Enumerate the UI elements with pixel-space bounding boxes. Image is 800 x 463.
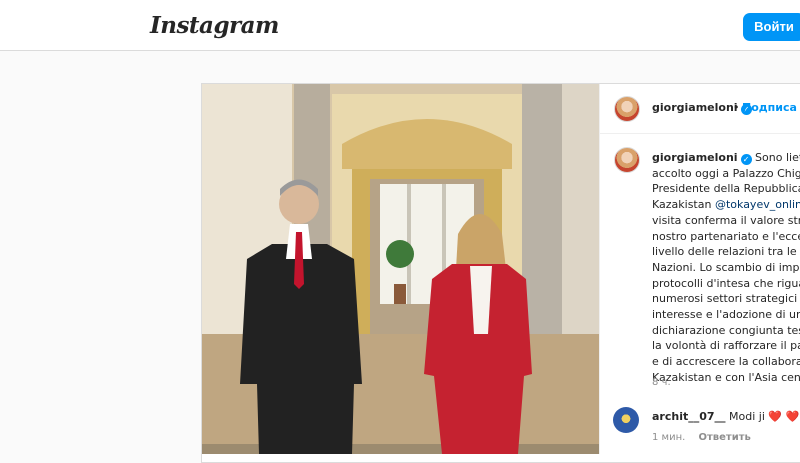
author-avatar[interactable]: [614, 96, 640, 122]
photo-illustration: [202, 84, 599, 454]
caption-line: numerosi settori strategici di: [652, 292, 800, 306]
caption-line: accolto oggi a Palazzo Chigi: [652, 166, 800, 180]
caption-line: Kazakistan: [652, 198, 712, 212]
separator-dot: •: [733, 101, 740, 114]
post-photo[interactable]: [202, 84, 599, 454]
comment-timestamp[interactable]: 1 мин.: [652, 432, 685, 443]
comment-text: archit__07__ Modi ji ❤️ ❤️: [652, 410, 799, 423]
top-bar: Instagram Войти: [0, 0, 800, 51]
commenter-username[interactable]: archit__07__: [652, 410, 726, 423]
caption-line: e di accrescere la collaborazi: [652, 355, 800, 369]
reply-button[interactable]: Ответить: [699, 432, 751, 443]
caption-line: Presidente della Repubblica d: [652, 182, 800, 196]
instagram-logo[interactable]: Instagram: [150, 12, 279, 39]
caption-line: protocolli d'intesa che riguar: [652, 276, 800, 290]
caption-line: la volontà di rafforzare il part: [652, 339, 800, 353]
caption-line: dichiarazione congiunta testi: [652, 323, 800, 337]
follow-button[interactable]: Подписа: [742, 101, 797, 114]
post-header: giorgiameloni ✓ • Подписа: [600, 84, 800, 134]
comment-meta: 1 мин. Ответить: [652, 432, 761, 443]
post-card: giorgiameloni ✓ • Подписа giorgiameloni ✓ …: [201, 83, 800, 463]
caption-line: Nazioni. Lo scambio di impor: [652, 260, 800, 274]
caption-line: nostro partenariato e l'eccelle: [652, 229, 800, 243]
caption-line: livello delle relazioni tra le no: [652, 245, 800, 259]
caption-line: Sono lieta d: [755, 151, 800, 164]
caption-line: visita conferma il valore strat: [652, 213, 800, 227]
commenter-avatar[interactable]: [613, 407, 639, 433]
caption-username[interactable]: giorgiameloni: [652, 151, 738, 164]
verified-icon: ✓: [740, 154, 752, 165]
heart-emoji-icon: ❤️ ❤️: [768, 410, 800, 423]
caption-avatar[interactable]: [614, 147, 640, 173]
caption-line: interesse e l'adozione di una: [652, 308, 800, 322]
post-sidebar: giorgiameloni ✓ • Подписа giorgiameloni ✓ …: [599, 84, 800, 454]
login-button[interactable]: Войти: [743, 13, 800, 41]
post-caption: giorgiameloni✓ Sono lieta d accolto oggi…: [652, 150, 800, 386]
comment-body: Modi ji: [729, 410, 765, 423]
post-timestamp[interactable]: 8 ч.: [652, 377, 671, 388]
mention-link[interactable]: @tokayev_online.: [715, 198, 800, 211]
caption-line: Kazakistan e con l'Asia centra: [652, 370, 800, 384]
